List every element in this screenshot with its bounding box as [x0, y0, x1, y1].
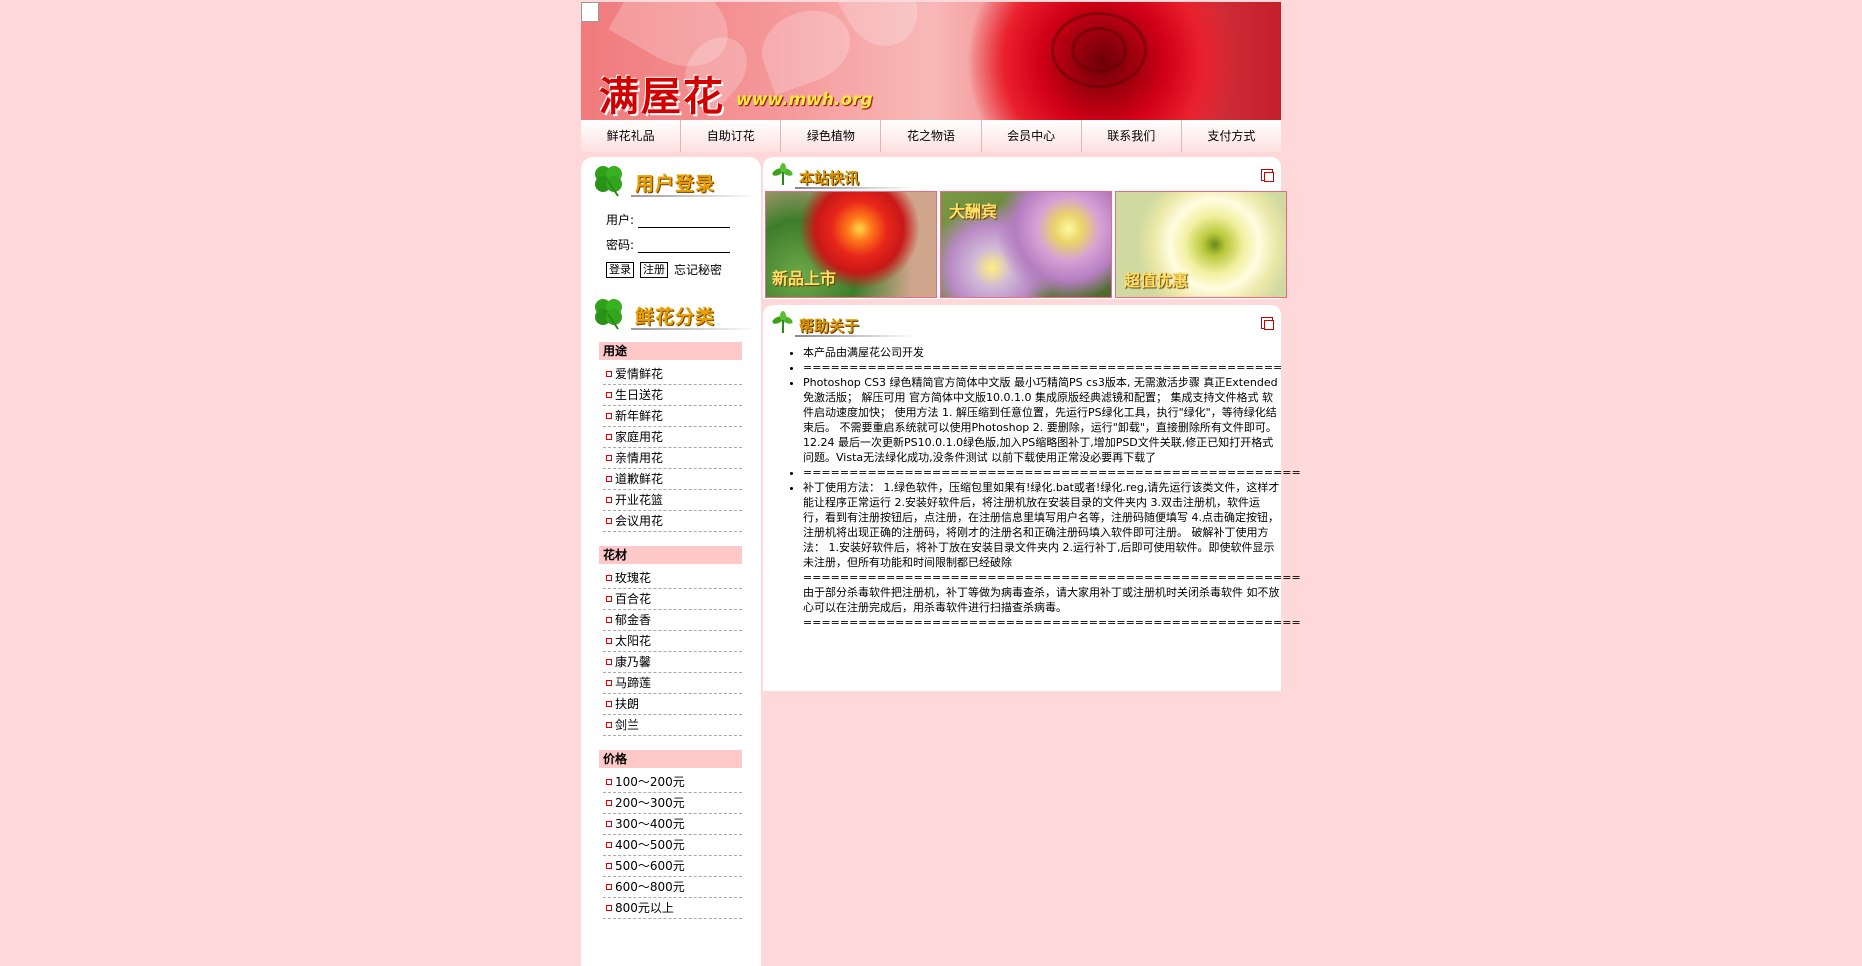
nav-item-member-center[interactable]: 会员中心	[982, 120, 1082, 152]
login-form: 用户: 密码: 登录 注册 忘记秘密	[581, 201, 761, 278]
site-url: www.mwh.org	[736, 90, 873, 110]
help-item: ========================================…	[803, 360, 1282, 375]
category-head: 花材	[599, 546, 742, 564]
category-item[interactable]: 康乃馨	[603, 652, 742, 673]
news-title: 本站快讯	[799, 169, 860, 187]
category-section-title: 鲜花分类	[581, 290, 761, 334]
photo-caption: 大酬宾	[949, 202, 998, 221]
category-group-usage: 用途 爱情鲜花 生日送花 新年鲜花 家庭用花 亲情用花 道歉鲜花 开业花篮 会议…	[599, 342, 742, 532]
help-item: 本产品由满屋花公司开发	[803, 345, 1281, 360]
password-label: 密码:	[606, 238, 635, 252]
left-sidebar: 用户登录 用户: 密码: 登录 注册 忘记秘密 鲜花分类 用途 爱情鲜花 生日送…	[581, 157, 761, 966]
help-item: 补丁使用方法： 1.绿色软件，压缩包里如果有!绿化.bat或者!绿化.reg,请…	[803, 480, 1301, 630]
clover-icon	[595, 299, 622, 330]
category-item[interactable]: 剑兰	[603, 715, 742, 736]
category-item[interactable]: 马蹄莲	[603, 673, 742, 694]
category-item[interactable]: 600～800元	[603, 877, 742, 898]
clover-icon	[595, 166, 622, 197]
main-nav: 鲜花礼品 自助订花 绿色植物 花之物语 会员中心 联系我们 支付方式	[581, 120, 1281, 152]
site-logo[interactable]: 满屋花	[599, 64, 725, 120]
photo-caption: 超值优惠	[1124, 271, 1189, 290]
help-title: 帮助关于	[799, 317, 860, 335]
category-item[interactable]: 800元以上	[603, 898, 742, 919]
broken-image-icon	[581, 2, 599, 22]
help-panel: 帮助关于 本产品由满屋花公司开发 =======================…	[763, 305, 1301, 691]
category-item[interactable]: 开业花篮	[603, 490, 742, 511]
category-item[interactable]: 玫瑰花	[603, 568, 742, 589]
category-item[interactable]: 爱情鲜花	[603, 364, 742, 385]
more-icon[interactable]	[1261, 317, 1274, 330]
category-item[interactable]: 会议用花	[603, 511, 742, 532]
help-item: ========================================…	[803, 465, 1301, 480]
news-photo-new-arrivals[interactable]: 新品上市	[765, 191, 937, 298]
username-input[interactable]	[638, 211, 731, 228]
nav-item-contact[interactable]: 联系我们	[1082, 120, 1182, 152]
password-input[interactable]	[638, 236, 731, 253]
forgot-password-link[interactable]: 忘记秘密	[674, 261, 722, 278]
category-item[interactable]: 200～300元	[603, 793, 742, 814]
sprout-icon	[772, 311, 793, 333]
news-photo-big-sale[interactable]: 大酬宾	[940, 191, 1112, 298]
category-item[interactable]: 太阳花	[603, 631, 742, 652]
nav-item-green-plants[interactable]: 绿色植物	[781, 120, 882, 152]
category-item[interactable]: 郁金香	[603, 610, 742, 631]
category-item[interactable]: 400～500元	[603, 835, 742, 856]
help-item: Photoshop CS3 绿色精简官方简体中文版 最小巧精简PS cs3版本,…	[803, 375, 1281, 465]
news-panel: 本站快讯 新品上市 大酬宾 超值优惠	[763, 157, 1287, 299]
nav-item-gifts[interactable]: 鲜花礼品	[581, 120, 682, 152]
category-head: 价格	[599, 750, 742, 768]
login-section-title: 用户登录	[581, 157, 761, 201]
register-button[interactable]: 注册	[640, 261, 668, 278]
header-banner: 满屋花 www.mwh.org	[581, 2, 1281, 120]
category-head: 用途	[599, 342, 742, 360]
category-item[interactable]: 百合花	[603, 589, 742, 610]
more-icon[interactable]	[1261, 169, 1274, 182]
category-item[interactable]: 生日送花	[603, 385, 742, 406]
category-item[interactable]: 300～400元	[603, 814, 742, 835]
news-photo-great-value[interactable]: 超值优惠	[1115, 191, 1287, 298]
nav-item-payment[interactable]: 支付方式	[1182, 120, 1281, 152]
login-button[interactable]: 登录	[606, 261, 634, 278]
sprout-icon	[772, 163, 793, 185]
category-item[interactable]: 扶朗	[603, 694, 742, 715]
category-item[interactable]: 亲情用花	[603, 448, 742, 469]
nav-item-flower-stories[interactable]: 花之物语	[881, 120, 982, 152]
category-item[interactable]: 100～200元	[603, 772, 742, 793]
category-group-material: 花材 玫瑰花 百合花 郁金香 太阳花 康乃馨 马蹄莲 扶朗 剑兰	[599, 546, 742, 736]
category-item[interactable]: 500～600元	[603, 856, 742, 877]
category-group-price: 价格 100～200元 200～300元 300～400元 400～500元 5…	[599, 750, 742, 919]
category-item[interactable]: 家庭用花	[603, 427, 742, 448]
nav-item-self-order[interactable]: 自助订花	[681, 120, 782, 152]
category-item[interactable]: 道歉鲜花	[603, 469, 742, 490]
username-label: 用户:	[606, 213, 635, 227]
photo-caption: 新品上市	[772, 269, 837, 288]
help-content: 本产品由满屋花公司开发 ============================…	[763, 345, 1301, 630]
category-item[interactable]: 新年鲜花	[603, 406, 742, 427]
